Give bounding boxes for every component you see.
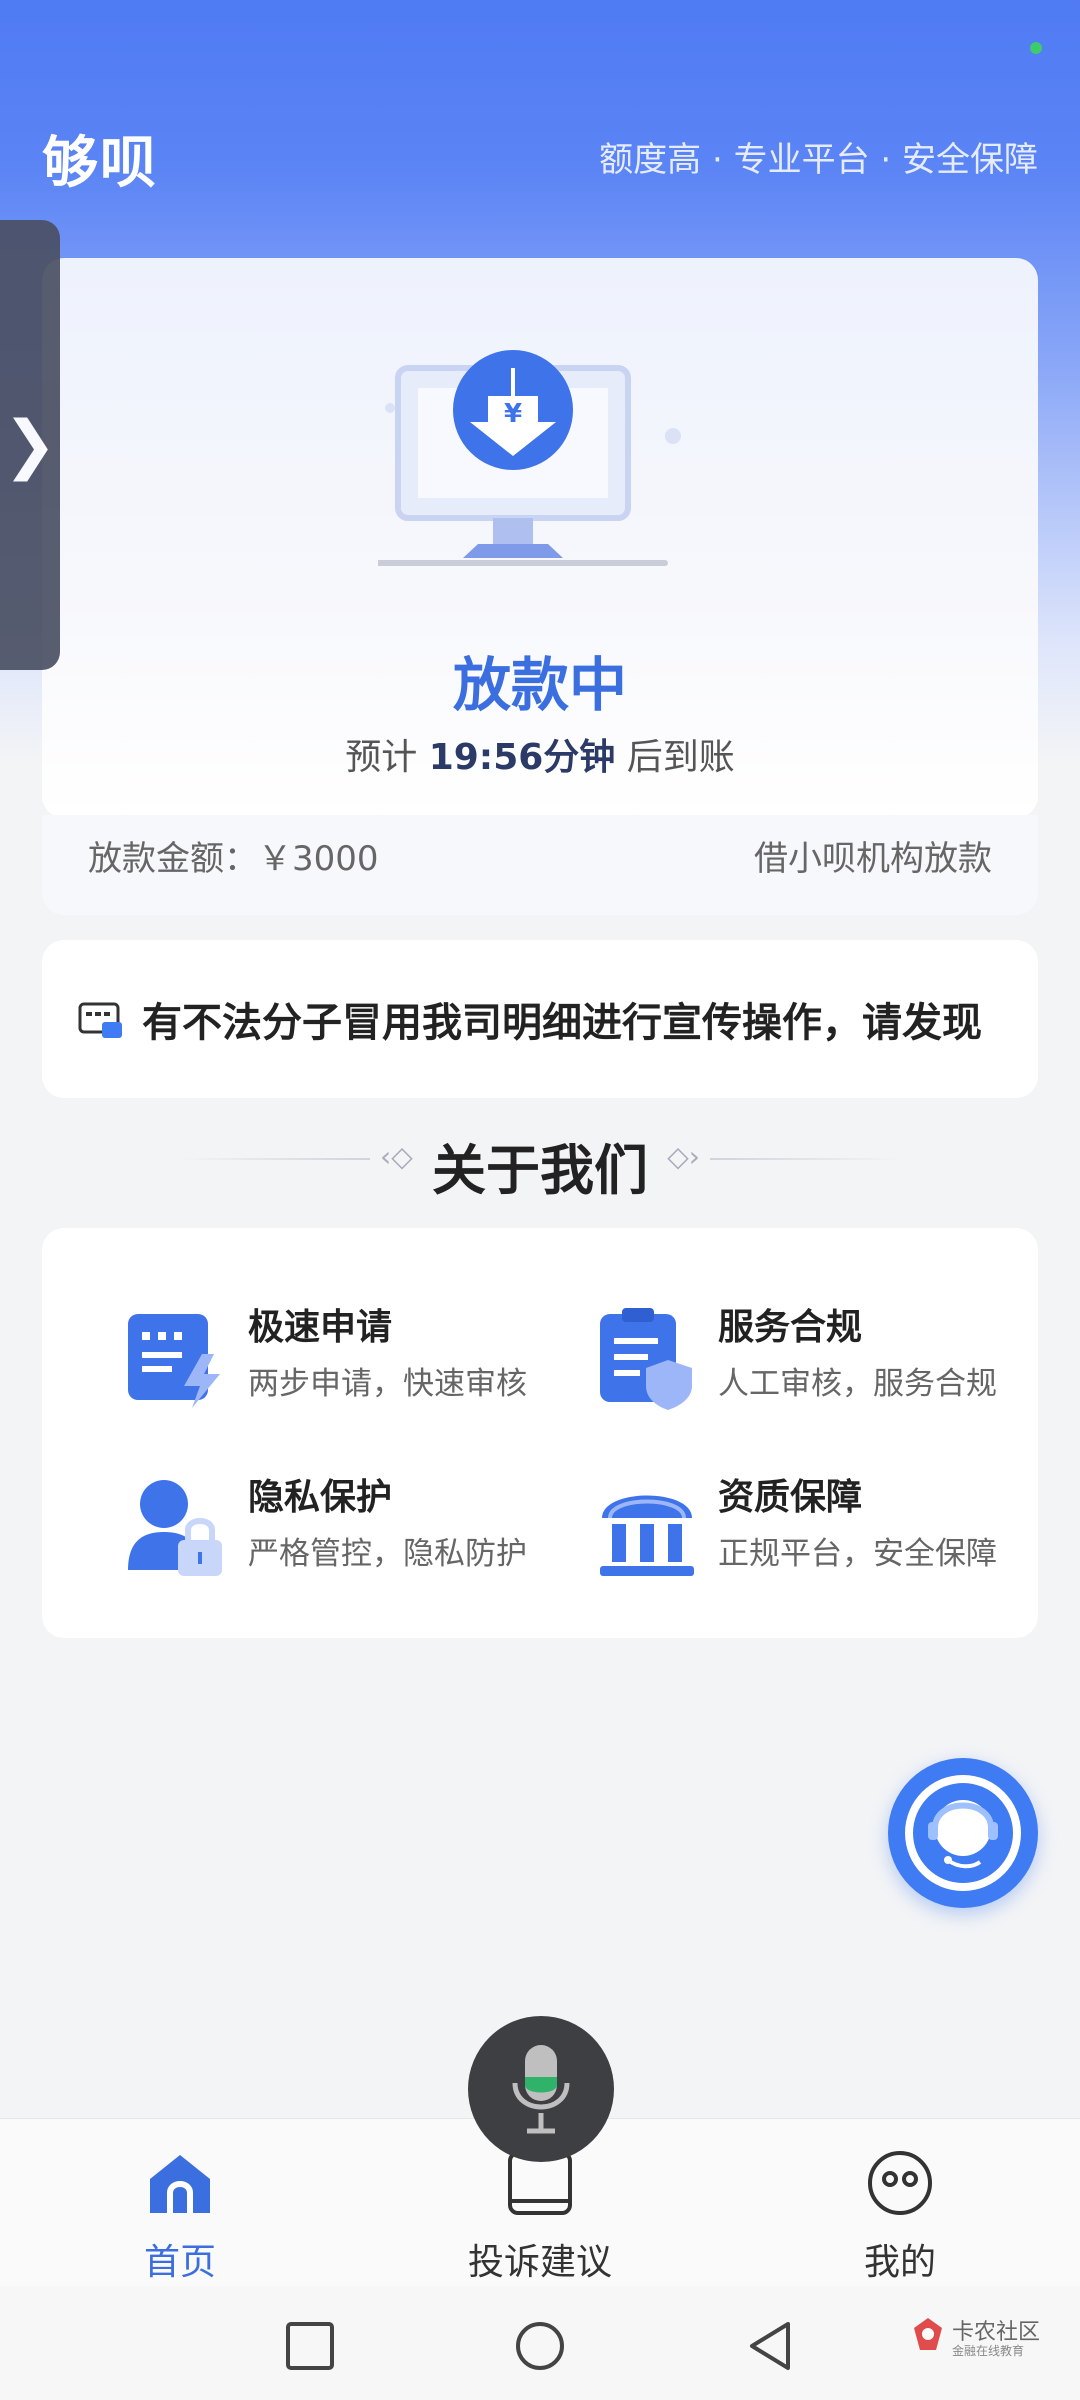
fast-apply-icon [128,1314,220,1408]
feature-title: 极速申请 [248,1307,393,1348]
feature-desc: 严格管控，隐私防护 [248,1536,527,1572]
headset-agent-icon [905,1775,1021,1891]
header-slogan: 额度高 · 专业平台 · 安全保障 [599,140,1038,180]
feature-privacy: 隐私保护 严格管控，隐私防护 [102,1468,572,1598]
eta-time: 19:56分钟 [428,737,616,778]
document-shield-icon [600,1308,692,1410]
about-section-header: ‹◇ 关于我们 ◇› [0,1118,1080,1202]
loan-amount-row: 放款金额：￥3000 借小呗机构放款 [42,815,1038,915]
watermark-subtext: 金融在线教育 [952,2344,1025,2358]
voice-input-button[interactable] [468,2016,614,2162]
watermark: 卡农社区 金融在线教育 [908,2314,1058,2364]
notice-icon [78,1002,122,1038]
monitor-download-icon: ¥ [378,350,681,566]
feature-title: 隐私保护 [248,1477,393,1518]
customer-service-button[interactable] [888,1758,1038,1908]
profile-face-icon [868,2151,932,2215]
tab-label: 投诉建议 [467,2242,612,2283]
chevron-right-icon: ❯ [3,408,57,482]
divider [710,1158,900,1160]
feature-title: 服务合规 [718,1307,863,1348]
svg-text:¥: ¥ [504,399,522,429]
user-lock-icon [128,1480,222,1576]
feature-desc: 两步申请，快速审核 [248,1366,527,1402]
tab-home[interactable]: 首页 [80,2137,280,2283]
tab-label: 我的 [863,2242,936,2283]
app-logo: 够呗 [42,131,158,196]
feature-fast-apply: 极速申请 两步申请，快速审核 [102,1298,572,1428]
eta-prefix: 预计 [345,737,429,778]
feature-desc: 人工审核，服务合规 [718,1366,997,1402]
back-triangle-icon[interactable] [744,2320,796,2372]
notice-text: 有不法分子冒用我司明细进行宣传操作，请发现 [142,1000,982,1046]
feature-compliance: 服务合规 人工审核，服务合规 [572,1298,1042,1428]
tab-mine[interactable]: 我的 [800,2137,1000,2283]
microphone-icon [512,2045,570,2134]
notice-banner[interactable]: 有不法分子冒用我司明细进行宣传操作，请发现 [42,940,1038,1098]
features-card: 极速申请 两步申请，快速审核 服务合规 人工审核，服务合规 隐私保护 严格管控，… [42,1228,1038,1638]
loan-status-card: ¥ 放款中 预计 19:56分钟 后到账 [42,258,1038,818]
status-indicator-dot [1030,42,1042,54]
home-icon [150,2155,210,2213]
home-circle-icon[interactable] [514,2320,566,2372]
loan-status-title: 放款中 [452,651,627,719]
system-navigation-bar: 卡农社区 金融在线教育 [0,2286,1080,2400]
recent-apps-icon[interactable] [284,2320,336,2372]
about-title: 关于我们 [432,1139,648,1202]
institution-icon [600,1495,694,1576]
lender-info: 借小呗机构放款 [754,839,992,879]
watermark-logo-icon [914,2318,942,2350]
side-drawer-handle[interactable]: ❯ [0,220,60,670]
tab-label: 首页 [143,2242,216,2283]
feature-desc: 正规平台，安全保障 [718,1536,997,1572]
eta-suffix: 后到账 [615,737,735,778]
loan-eta: 预计 19:56分钟 后到账 [42,728,1038,780]
loan-amount: 放款金额：￥3000 [88,839,379,879]
decoration-icon: ◇› [667,1140,700,1173]
feature-qualification: 资质保障 正规平台，安全保障 [572,1468,1042,1598]
feature-title: 资质保障 [718,1477,863,1518]
